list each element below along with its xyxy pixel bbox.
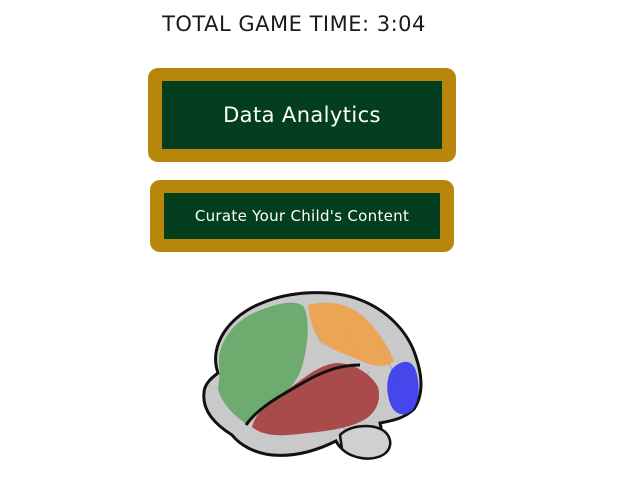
curate-content-label: Curate Your Child's Content: [194, 207, 410, 225]
brain-icon: [202, 291, 423, 460]
data-analytics-label: Data Analytics: [223, 103, 381, 127]
game-time-value: 3:04: [376, 12, 426, 36]
cerebellum: [338, 424, 392, 460]
curate-content-slate: Curate Your Child's Content: [164, 193, 440, 239]
occipital-lobe: [387, 361, 419, 415]
data-analytics-button[interactable]: Data Analytics: [148, 68, 456, 162]
data-analytics-slate: Data Analytics: [162, 81, 442, 149]
total-game-time: TOTAL GAME TIME: 3:04: [0, 12, 588, 36]
game-time-label: TOTAL GAME TIME:: [162, 12, 370, 36]
curate-content-button[interactable]: Curate Your Child's Content: [150, 180, 454, 252]
